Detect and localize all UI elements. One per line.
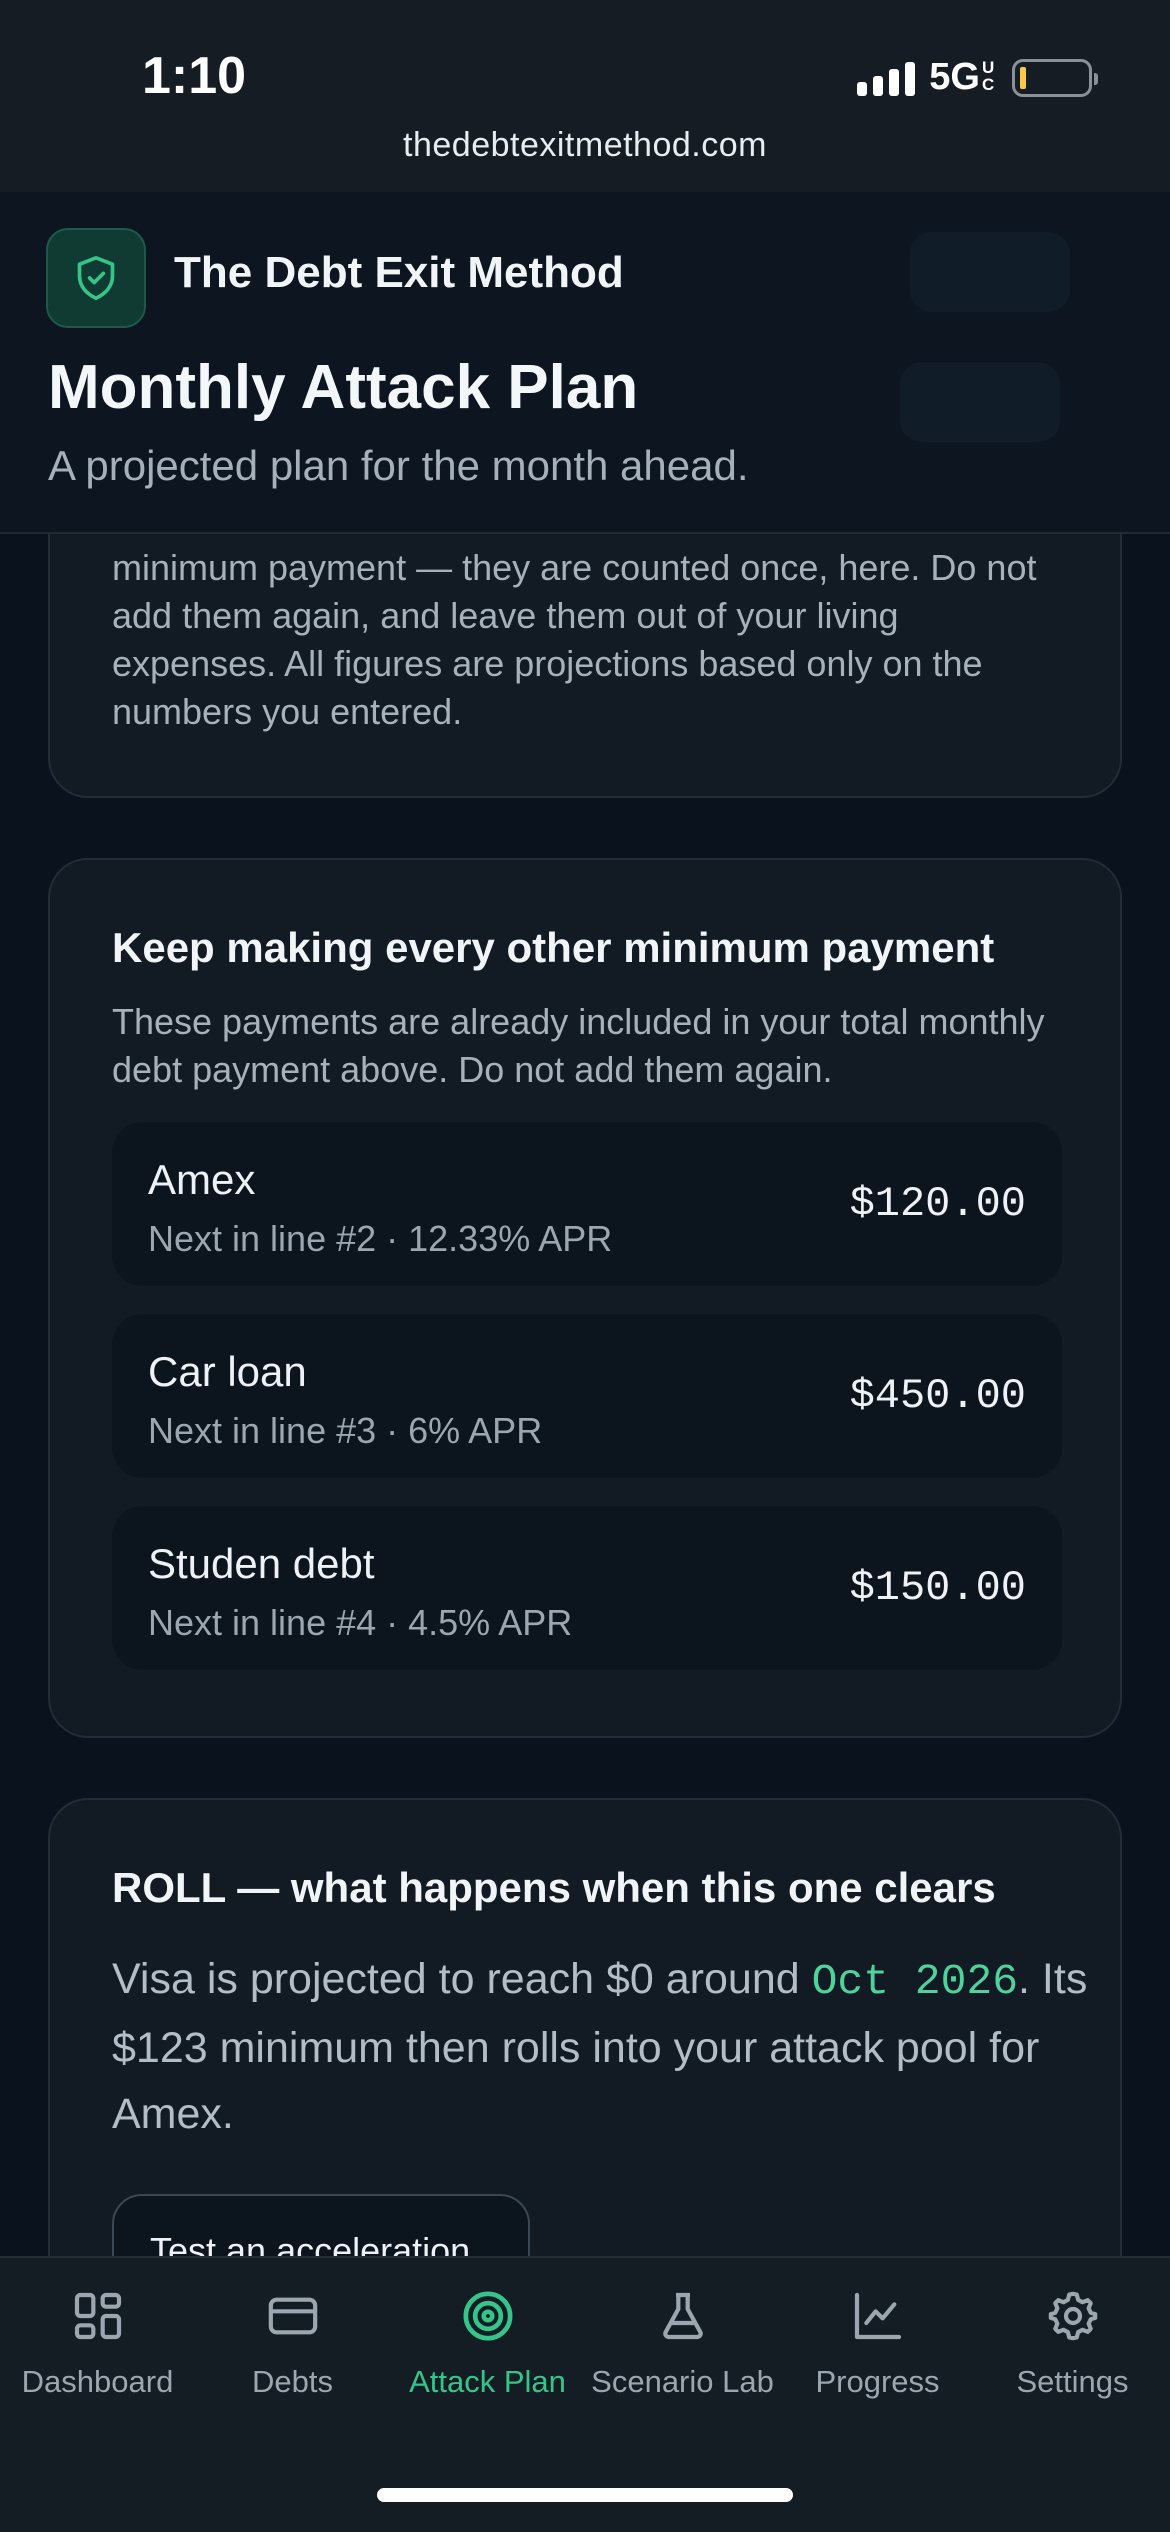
- page-title: Monthly Attack Plan: [48, 353, 639, 422]
- header-ghost-button: [900, 362, 1060, 442]
- nav-label: Attack Plan: [409, 2364, 566, 2399]
- status-time: 1:10: [142, 47, 247, 105]
- debt-name: Amex: [148, 1156, 256, 1203]
- brand-name[interactable]: The Debt Exit Method: [174, 248, 624, 298]
- network-label: 5G: [929, 56, 980, 98]
- app-header: The Debt Exit Method Monthly Attack Plan…: [0, 192, 1170, 534]
- nav-item-debts[interactable]: Debts: [195, 2288, 390, 2400]
- address-bar-url[interactable]: thedebtexitmethod.com: [0, 126, 1170, 165]
- chart-icon: [854, 2292, 901, 2340]
- roll-description: Visa is projected to reach $0 around Oct…: [112, 1946, 1092, 2147]
- debt-row-student-debt: Studen debt Next in line #4 · 4.5% APR $…: [112, 1506, 1062, 1670]
- nav-item-dashboard[interactable]: Dashboard: [0, 2288, 195, 2400]
- roll-text-before: Visa is projected to reach $0 around: [112, 1955, 812, 2003]
- minimum-payments-title: Keep making every other minimum payment: [112, 924, 995, 971]
- nav-item-progress[interactable]: Progress: [780, 2288, 975, 2400]
- nav-label: Scenario Lab: [591, 2364, 774, 2399]
- nav-label: Progress: [815, 2364, 940, 2399]
- flask-icon: [662, 2292, 703, 2340]
- nav-label: Debts: [252, 2364, 333, 2399]
- nav-label: Dashboard: [21, 2364, 174, 2399]
- minimum-payments-description: These payments are already included in y…: [112, 1001, 1045, 1090]
- battery-icon: [1012, 58, 1098, 97]
- debt-meta: Next in line #4 · 4.5% APR: [148, 1602, 573, 1643]
- status-indicators: 5G UC: [857, 56, 1098, 99]
- debt-meta: Next in line #2 · 12.33% APR: [148, 1218, 613, 1259]
- debt-amount: $120.00: [849, 1180, 1026, 1228]
- roll-clear-date: Oct 2026: [811, 1957, 1019, 2006]
- debt-name: Studen debt: [148, 1540, 375, 1587]
- debt-name: Car loan: [148, 1348, 307, 1395]
- target-icon: [463, 2291, 512, 2341]
- nav-item-settings[interactable]: Settings: [975, 2288, 1170, 2400]
- roll-title: ROLL — what happens when this one clears: [112, 1864, 996, 1911]
- minimum-payments-card: Keep making every other minimum payment …: [48, 858, 1122, 1738]
- network-type: 5G UC: [929, 56, 998, 99]
- debt-amount: $450.00: [849, 1372, 1026, 1420]
- home-indicator[interactable]: [377, 2488, 793, 2502]
- nav-label: Settings: [1016, 2364, 1129, 2399]
- grid-icon: [74, 2292, 121, 2340]
- debt-meta: Next in line #3 · 6% APR: [148, 1410, 543, 1451]
- card-icon: [268, 2297, 317, 2335]
- shield-check-icon: [77, 255, 115, 300]
- debt-amount: $150.00: [849, 1564, 1026, 1612]
- gear-icon: [1048, 2291, 1097, 2341]
- debt-row-car-loan: Car loan Next in line #3 · 6% APR $450.0…: [112, 1314, 1062, 1478]
- signal-icon: [857, 60, 916, 96]
- status-bar: 1:10 5G UC thedebtexitmethod.com: [0, 0, 1170, 192]
- projection-note-text: minimum payment — they are counted once,…: [112, 547, 1037, 732]
- brand-logo[interactable]: [46, 228, 146, 328]
- debt-row-amex: Amex Next in line #2 · 12.33% APR $120.0…: [112, 1122, 1062, 1286]
- nav-item-scenario-lab[interactable]: Scenario Lab: [585, 2288, 780, 2400]
- page-subtitle: A projected plan for the month ahead.: [48, 442, 749, 489]
- nav-item-attack-plan[interactable]: Attack Plan: [390, 2288, 585, 2400]
- network-sup: UC: [982, 58, 995, 94]
- header-ghost-button: [910, 232, 1070, 312]
